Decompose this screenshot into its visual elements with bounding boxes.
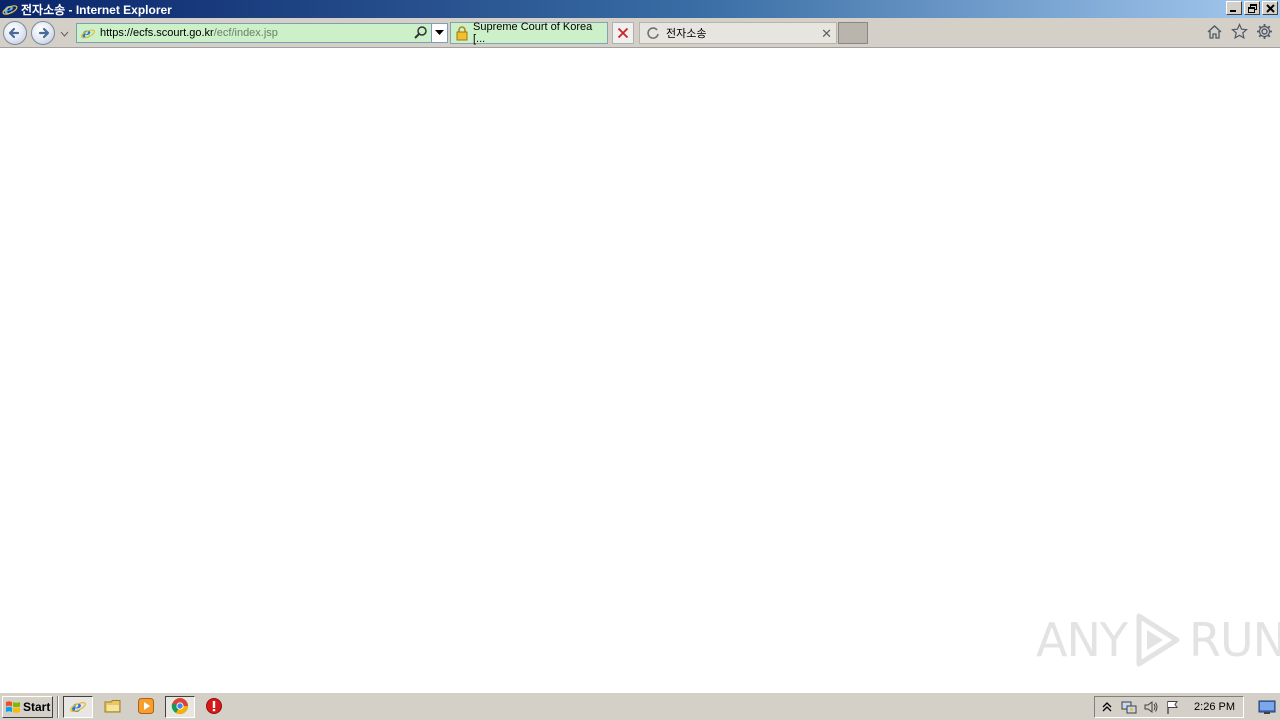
title-bar: e 전자소송 - Internet Explorer [0,0,1280,18]
lock-icon [454,25,470,41]
anyrun-watermark: ANY RUN [1036,608,1280,672]
network-icon[interactable] [1121,699,1137,715]
search-icon[interactable] [413,25,429,41]
taskbar-media-player[interactable] [131,696,161,718]
restore-button[interactable] [1244,1,1260,15]
start-button[interactable]: Start [2,696,53,718]
close-icon [617,27,629,39]
action-center-flag-icon[interactable] [1165,699,1181,715]
forward-button[interactable] [31,21,55,45]
play-logo-icon [1133,612,1183,668]
new-tab-button[interactable] [838,22,868,44]
taskbar-separator [57,696,59,718]
taskbar-stop-app[interactable] [199,696,229,718]
internet-explorer-icon: e [69,697,87,718]
settings-gear-icon[interactable] [1255,22,1274,41]
chevron-down-icon [435,30,444,35]
tab-supreme-court[interactable]: Supreme Court of Korea [... [450,21,608,45]
taskbar-chrome[interactable] [165,696,195,718]
internet-explorer-icon: e [2,0,18,18]
loading-spinner-icon [646,26,660,40]
recent-pages-dropdown[interactable] [58,28,70,40]
file-explorer-icon [104,697,122,718]
site-icon: e [80,25,96,42]
start-label: Start [23,700,51,714]
show-hidden-icons-icon[interactable] [1099,699,1115,715]
url-path: /ecf/index.jsp [213,27,278,39]
page-content [0,49,1280,692]
taskbar-clock[interactable]: 2:26 PM [1194,701,1243,713]
minimize-button[interactable] [1226,1,1242,15]
window-title: 전자소송 - Internet Explorer [21,2,172,17]
close-button[interactable] [1262,1,1278,15]
favorites-star-icon[interactable] [1230,22,1249,41]
taskbar-file-explorer[interactable] [98,696,128,718]
address-dropdown-button[interactable] [431,24,447,42]
watermark-left-text: ANY [1036,613,1128,667]
back-button[interactable] [3,21,27,45]
show-desktop-icon[interactable] [1258,698,1276,716]
stop-loading-button[interactable] [612,22,634,44]
back-arrow-icon [8,27,20,39]
tab-close-icon[interactable]: ✕ [821,26,832,42]
tab-label: Supreme Court of Korea [... [473,21,593,45]
chrome-icon [171,697,189,718]
system-tray: 2:26 PM [1094,696,1244,718]
watermark-right-text: RUN [1188,613,1280,667]
url-host: https://ecfs.scourt.go.kr [100,27,214,39]
media-player-icon [137,697,155,718]
address-bar[interactable]: e https://ecfs.scourt.go.kr/ecf/index.js… [76,23,448,43]
volume-icon[interactable] [1143,699,1159,715]
address-url[interactable]: https://ecfs.scourt.go.kr/ecf/index.jsp [100,27,278,39]
tab-electronic-litigation[interactable]: 전자소송 ✕ [639,22,837,44]
stop-icon [205,697,223,718]
taskbar: Start e 2:26 PM [0,692,1280,720]
taskbar-internet-explorer[interactable]: e [63,696,93,718]
browser-toolbar: e https://ecfs.scourt.go.kr/ecf/index.js… [0,18,1280,48]
tab-label: 전자소송 [666,28,707,40]
home-icon[interactable] [1205,22,1224,41]
chevron-down-icon [60,31,68,37]
windows-flag-icon [5,699,21,715]
forward-arrow-icon [38,27,50,39]
